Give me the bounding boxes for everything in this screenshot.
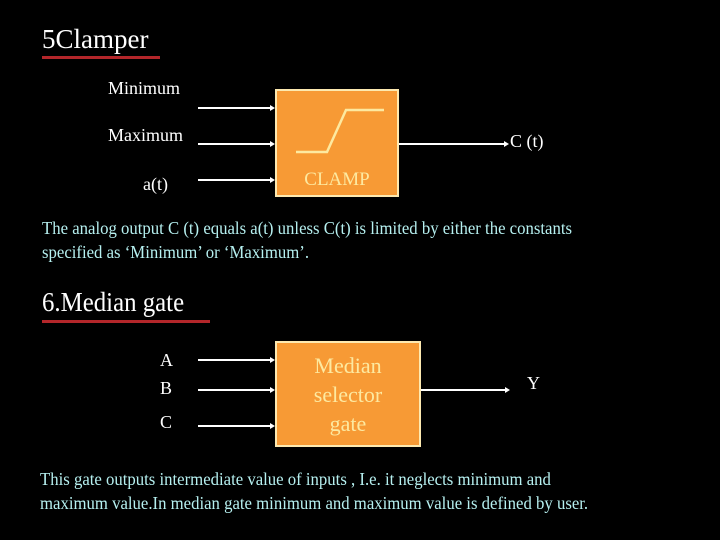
median-output-label: Y [527,373,540,393]
median-input-label-a: A [160,350,173,370]
median-input-label-b: B [160,378,173,398]
clamper-description-line1: The analog output C (t) equals a(t) unle… [42,218,572,238]
median-input-wire-b [198,389,270,391]
arrowhead-icon [505,387,510,393]
clamper-title-underline [42,56,160,59]
median-block-line3: gate [329,411,367,436]
clamp-block-label: CLAMP [304,169,370,190]
clamp-block: CLAMP [275,89,399,197]
clamper-output-label: C (t) [510,131,544,151]
median-block-line1: Median [314,353,382,378]
clamper-output-wire [399,143,504,145]
median-description-line2: maximum value.In median gate minimum and… [40,493,589,513]
median-input-wire-a [198,359,270,361]
clamper-input-label-at: a(t) [143,174,168,194]
median-title-underline [42,320,210,323]
median-selector-block: Median selector gate [275,341,421,447]
clamper-description-line2: specified as ‘Minimum’ or ‘Maximum’. [42,242,310,262]
clamper-input-label-minimum: Minimum [108,78,181,98]
clamper-input-label-maximum: Maximum [108,125,183,145]
clamper-title: 5Clamper [42,24,149,54]
median-input-wire-c [198,425,270,427]
median-block-line2: selector [313,382,383,407]
clamper-input-wire-at [198,179,270,181]
median-title: 6.Median gate [42,287,185,317]
clamper-input-wire-maximum [198,143,270,145]
clamper-input-wire-minimum [198,107,270,109]
median-description-line1: This gate outputs intermediate value of … [40,469,551,489]
arrowhead-icon [504,141,509,147]
median-input-label-c: C [160,412,173,432]
median-output-wire [421,389,505,391]
median-block-label: Median selector gate [277,351,419,438]
